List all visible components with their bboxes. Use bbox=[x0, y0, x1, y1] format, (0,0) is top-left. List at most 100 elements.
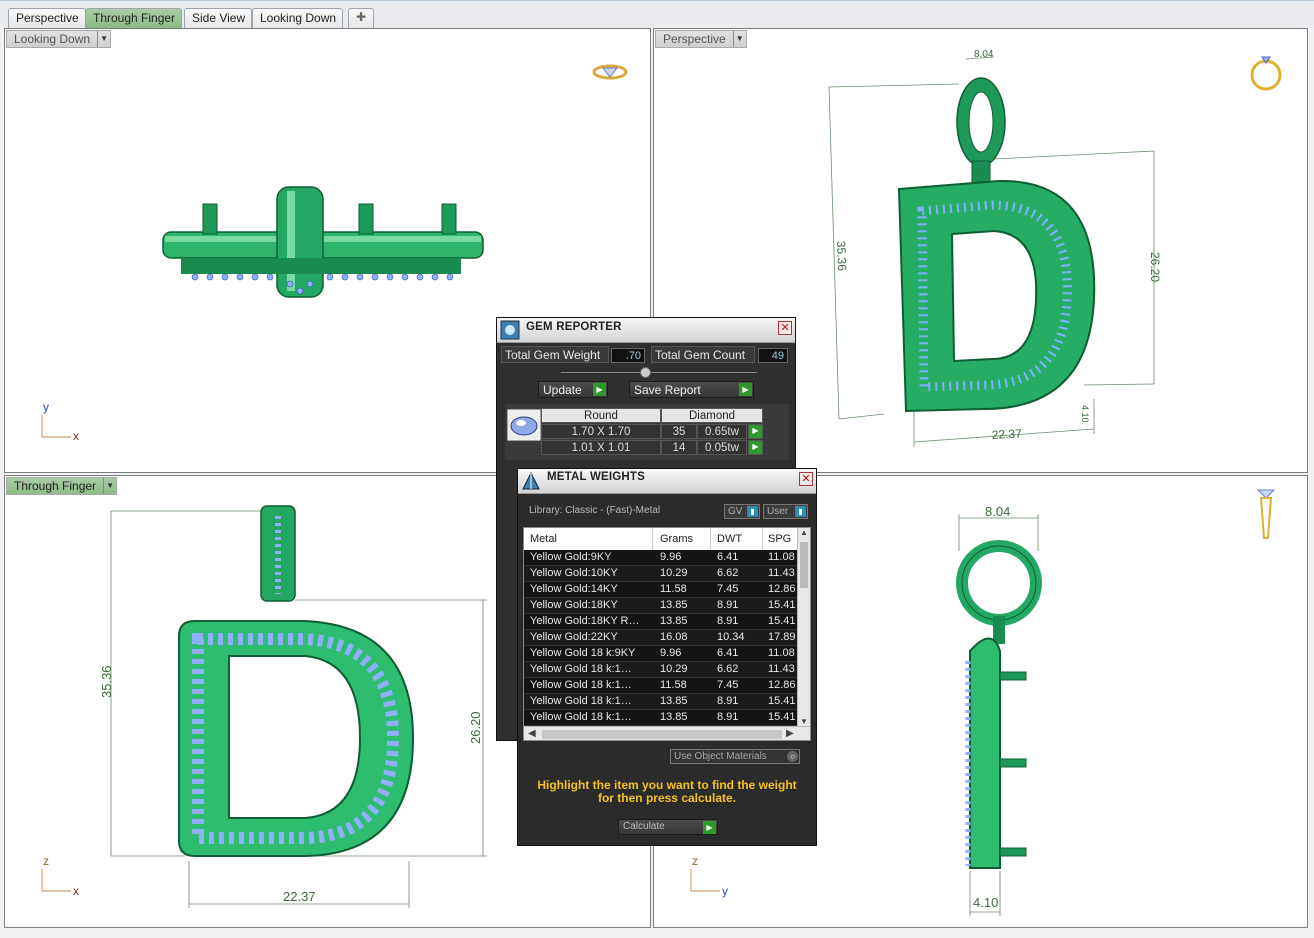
col-metal-header[interactable]: Metal bbox=[530, 533, 557, 545]
viewport-label-perspective[interactable]: Perspective ▼ bbox=[655, 30, 747, 48]
dim-height: 35.36 bbox=[834, 241, 849, 272]
table-cell: 10.29 bbox=[660, 663, 688, 675]
gem-row-weight[interactable]: 0.05tw bbox=[697, 440, 747, 455]
axis-y-label: y bbox=[43, 400, 49, 414]
chevron-down-icon[interactable]: ▼ bbox=[732, 31, 746, 47]
table-cell: 6.62 bbox=[717, 567, 739, 579]
tab-side-view[interactable]: Side View bbox=[184, 8, 253, 28]
scroll-right-icon[interactable]: ▶ bbox=[786, 728, 794, 739]
ring-view-icon bbox=[592, 64, 628, 80]
add-tab-icon[interactable]: ✚ bbox=[348, 8, 374, 28]
table-cell: 10.29 bbox=[660, 567, 688, 579]
table-row[interactable]: Yellow Gold 18 k:1… 10.29 6.62 11.43 bbox=[524, 662, 804, 678]
gem-reporter-icon bbox=[500, 320, 520, 340]
table-cell: Yellow Gold:22KY bbox=[530, 631, 618, 643]
use-object-materials-toggle[interactable]: Use Object Materials ○ bbox=[670, 749, 800, 764]
gem-row-size[interactable]: 1.01 X 1.01 bbox=[541, 440, 661, 455]
save-report-button[interactable]: Save Report ▶ bbox=[629, 381, 754, 398]
calculate-button[interactable]: Calculate ▶ bbox=[618, 819, 718, 835]
viewport-label-through-finger[interactable]: Through Finger ▼ bbox=[6, 477, 118, 495]
hint-text: Highlight the item you want to find the … bbox=[537, 778, 797, 792]
axis-x-label: x bbox=[73, 429, 79, 443]
table-row[interactable]: Yellow Gold 18 k:1… 13.85 8.91 15.41 bbox=[524, 694, 804, 710]
table-cell: 15.41 bbox=[768, 711, 796, 723]
table-row[interactable]: Yellow Gold:14KY 11.58 7.45 12.86 bbox=[524, 582, 804, 598]
pendant-side bbox=[956, 540, 1042, 869]
table-cell: Yellow Gold 18 k:1… bbox=[530, 663, 632, 675]
pendant-perspective bbox=[897, 77, 1096, 413]
dim-inner-height: 26.20 bbox=[1148, 252, 1162, 282]
ring-view-icon bbox=[1256, 489, 1276, 539]
table-cell: 6.62 bbox=[717, 663, 739, 675]
play-icon[interactable]: ▶ bbox=[748, 424, 763, 439]
table-row[interactable]: Yellow Gold:10KY 10.29 6.62 11.43 bbox=[524, 566, 804, 582]
metal-table: Metal Grams DWT SPG Yellow Gold:9KY 9.96 6… bbox=[523, 527, 811, 741]
play-icon: ▶ bbox=[703, 821, 716, 834]
col-grams-header[interactable]: Grams bbox=[660, 533, 693, 545]
tab-perspective[interactable]: Perspective bbox=[8, 8, 86, 28]
dim-depth: 4.10 bbox=[973, 895, 998, 910]
close-icon[interactable]: ✕ bbox=[778, 321, 792, 335]
scroll-down-icon[interactable]: ▼ bbox=[798, 717, 810, 726]
vertical-scrollbar[interactable]: ▲ ▼ bbox=[797, 528, 810, 726]
col-dwt-header[interactable]: DWT bbox=[717, 533, 742, 545]
gem-row-count[interactable]: 14 bbox=[661, 440, 697, 455]
dim-bail: 8.04 bbox=[974, 49, 994, 60]
gem-row-count[interactable]: 35 bbox=[661, 424, 697, 439]
gem-row-size[interactable]: 1.70 X 1.70 bbox=[541, 424, 661, 439]
table-row[interactable]: Yellow Gold:9KY 9.96 6.41 11.08 bbox=[524, 550, 804, 566]
table-cell: Yellow Gold 18 k:9KY bbox=[530, 647, 636, 659]
dim-width: 22.37 bbox=[283, 889, 316, 904]
metal-weights-titlebar[interactable]: METAL WEIGHTS ✕ bbox=[518, 469, 816, 494]
splitter-handle[interactable] bbox=[640, 367, 651, 378]
axis-x-label: x bbox=[73, 884, 79, 898]
table-cell: Yellow Gold 18 k:1… bbox=[530, 695, 632, 707]
table-cell: Yellow Gold 18 k:1… bbox=[530, 679, 632, 691]
gem-reporter-titlebar[interactable]: GEM REPORTER ✕ bbox=[497, 318, 795, 343]
tab-looking-down[interactable]: Looking Down bbox=[252, 8, 344, 28]
table-row[interactable]: Yellow Gold 18 k:1… 13.85 8.91 15.41 bbox=[524, 710, 804, 726]
scrollbar-thumb[interactable] bbox=[542, 730, 782, 739]
table-row[interactable]: Yellow Gold 18 k:9KY 9.96 6.41 11.08 bbox=[524, 646, 804, 662]
table-cell: 8.91 bbox=[717, 615, 739, 627]
axis-indicator bbox=[41, 869, 71, 892]
table-cell: 13.85 bbox=[660, 711, 688, 723]
viewport-label-looking-down[interactable]: Looking Down ▼ bbox=[6, 30, 112, 48]
table-cell: 13.85 bbox=[660, 615, 688, 627]
table-cell: 8.91 bbox=[717, 599, 739, 611]
table-row[interactable]: Yellow Gold:18KY 13.85 8.91 15.41 bbox=[524, 598, 804, 614]
table-row[interactable]: Yellow Gold 18 k:1… 11.58 7.45 12.86 bbox=[524, 678, 804, 694]
close-icon[interactable]: ✕ bbox=[799, 472, 813, 486]
gem-row-weight[interactable]: 0.65tw bbox=[697, 424, 747, 439]
table-cell: 13.85 bbox=[660, 599, 688, 611]
table-cell: 11.58 bbox=[660, 679, 687, 691]
play-icon[interactable]: ▶ bbox=[748, 440, 763, 455]
scroll-up-icon[interactable]: ▲ bbox=[798, 528, 810, 537]
scroll-left-icon[interactable]: ◀ bbox=[528, 728, 536, 739]
table-cell: Yellow Gold:10KY bbox=[530, 567, 618, 579]
table-cell: 7.45 bbox=[717, 583, 739, 595]
horizontal-scrollbar[interactable]: ◀ ▶ bbox=[524, 726, 810, 740]
round-gem-icon bbox=[507, 409, 541, 441]
col-spg-header[interactable]: SPG bbox=[768, 533, 791, 545]
tab-through-finger[interactable]: Through Finger bbox=[85, 8, 183, 28]
chevron-down-icon[interactable]: ▼ bbox=[97, 31, 110, 47]
viewport-tab-bar: Perspective Through Finger Side View Loo… bbox=[0, 0, 1314, 28]
metal-rows: Yellow Gold:9KY 9.96 6.41 11.08 Yellow Gold:… bbox=[524, 550, 804, 726]
play-icon: ▶ bbox=[593, 383, 606, 396]
table-row[interactable]: Yellow Gold:22KY 16.08 10.34 17.89 bbox=[524, 630, 804, 646]
table-cell: 8.91 bbox=[717, 695, 739, 707]
table-cell: 15.41 bbox=[768, 695, 796, 707]
table-cell: 11.43 bbox=[768, 663, 795, 675]
scrollbar-thumb[interactable] bbox=[800, 542, 808, 588]
update-button[interactable]: Update ▶ bbox=[538, 381, 608, 398]
dim-height: 35.36 bbox=[99, 665, 114, 698]
table-row[interactable]: Yellow Gold:18KY R… 13.85 8.91 15.41 bbox=[524, 614, 804, 630]
dim-bail: 8.04 bbox=[985, 504, 1010, 519]
user-toggle[interactable]: User ▮ bbox=[763, 504, 808, 519]
chevron-down-icon[interactable]: ▼ bbox=[103, 478, 116, 494]
table-cell: 15.41 bbox=[768, 615, 796, 627]
gv-toggle[interactable]: GV ▮ bbox=[724, 504, 760, 519]
axis-z-label: z bbox=[43, 854, 49, 868]
dim-width: 22.37 bbox=[991, 426, 1022, 442]
